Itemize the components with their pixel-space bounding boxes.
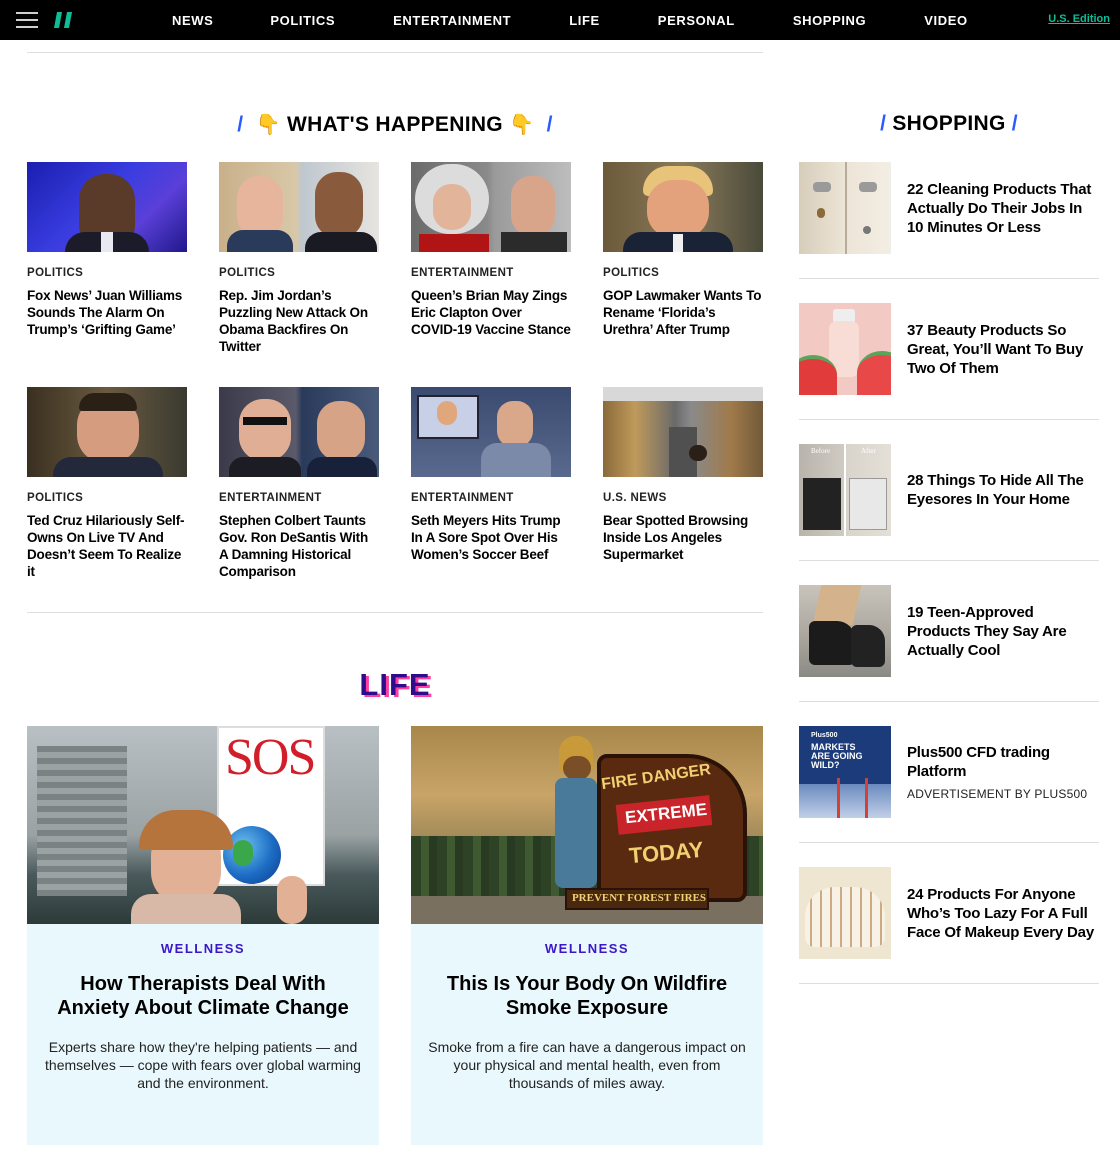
article-card[interactable]: ENTERTAINMENT Seth Meyers Hits Trump In …: [411, 387, 571, 563]
section-nav: NEWS POLITICS ENTERTAINMENT LIFE PERSONA…: [172, 0, 968, 40]
edition-link[interactable]: U.S. Edition: [1048, 13, 1110, 25]
nav-link-entertainment[interactable]: ENTERTAINMENT: [393, 13, 511, 28]
after-label: After: [861, 447, 876, 455]
pointing-down-icon: 👇: [509, 112, 535, 136]
life-article-title[interactable]: This Is Your Body On Wildfire Smoke Expo…: [431, 972, 743, 1020]
article-headline[interactable]: Seth Meyers Hits Trump In A Sore Spot Ov…: [411, 512, 571, 563]
pointing-down-icon: 👇: [255, 112, 281, 136]
prevent-fires-sign-text: PREVENT FOREST FIRES: [571, 892, 707, 904]
divider: [799, 983, 1099, 984]
article-category[interactable]: U.S. NEWS: [603, 492, 763, 504]
life-article-card[interactable]: SOS WELLNESS How Therapists Deal With An…: [27, 726, 379, 1145]
article-category[interactable]: ENTERTAINMENT: [411, 267, 571, 279]
article-thumbnail[interactable]: [411, 162, 571, 252]
shopping-thumbnail[interactable]: [799, 867, 891, 959]
divider: [799, 278, 1099, 279]
nav-link-life[interactable]: LIFE: [569, 13, 600, 28]
shopping-title[interactable]: 19 Teen-Approved Products They Say Are A…: [907, 603, 1099, 660]
whats-happening-heading: / 👇 WHAT'S HAPPENING 👇 /: [237, 112, 553, 136]
article-thumbnail[interactable]: [27, 162, 187, 252]
shopping-thumbnail[interactable]: [799, 162, 891, 254]
shopping-title[interactable]: Plus500 CFD trading Platform: [907, 743, 1099, 781]
huffpost-logo[interactable]: [53, 9, 75, 31]
nav-link-shopping[interactable]: SHOPPING: [793, 13, 866, 28]
article-card[interactable]: POLITICS Rep. Jim Jordan’s Puzzling New …: [219, 162, 379, 355]
article-thumbnail[interactable]: [219, 387, 379, 477]
article-headline[interactable]: Queen’s Brian May Zings Eric Clapton Ove…: [411, 287, 571, 338]
life-section-logo[interactable]: LIFE LIFE: [350, 666, 442, 706]
article-headline[interactable]: Ted Cruz Hilariously Self-Owns On Live T…: [27, 512, 187, 580]
article-category[interactable]: POLITICS: [219, 267, 379, 279]
shopping-item[interactable]: Plus500 MARKETS ARE GOING WILD? Plus500 …: [799, 726, 1099, 818]
article-category[interactable]: ENTERTAINMENT: [219, 492, 379, 504]
divider: [27, 612, 763, 613]
shopping-item[interactable]: 19 Teen-Approved Products They Say Are A…: [799, 585, 1099, 677]
before-label: Before: [811, 447, 831, 455]
shopping-title[interactable]: 37 Beauty Products So Great, You’ll Want…: [907, 321, 1099, 378]
life-article-description: Experts share how they're helping patien…: [45, 1039, 361, 1091]
ad-thumbnail-text: MARKETS ARE GOING WILD?: [811, 742, 863, 770]
plus500-logo: Plus500: [811, 732, 838, 739]
nav-link-politics[interactable]: POLITICS: [270, 13, 335, 28]
divider: [799, 419, 1099, 420]
article-card[interactable]: ENTERTAINMENT Stephen Colbert Taunts Gov…: [219, 387, 379, 580]
shopping-heading: / SHOPPING /: [880, 112, 1018, 135]
article-card[interactable]: POLITICS Ted Cruz Hilariously Self-Owns …: [27, 387, 187, 580]
article-headline[interactable]: Rep. Jim Jordan’s Puzzling New Attack On…: [219, 287, 379, 355]
life-article-image[interactable]: SOS: [27, 726, 379, 924]
article-thumbnail[interactable]: [603, 387, 763, 477]
article-headline[interactable]: Stephen Colbert Taunts Gov. Ron DeSantis…: [219, 512, 379, 580]
divider: [27, 52, 763, 53]
article-thumbnail[interactable]: [27, 387, 187, 477]
article-thumbnail[interactable]: [219, 162, 379, 252]
article-card[interactable]: POLITICS Fox News’ Juan Williams Sounds …: [27, 162, 187, 338]
article-category[interactable]: POLITICS: [27, 492, 187, 504]
article-category[interactable]: ENTERTAINMENT: [411, 492, 571, 504]
nav-link-video[interactable]: VIDEO: [924, 13, 967, 28]
nav-link-personal[interactable]: PERSONAL: [658, 13, 735, 28]
life-article-description: Smoke from a fire can have a dangerous i…: [428, 1039, 746, 1091]
advertisement-label: ADVERTISEMENT BY PLUS500: [907, 787, 1088, 801]
article-card[interactable]: U.S. NEWS Bear Spotted Browsing Inside L…: [603, 387, 763, 563]
section-title: SHOPPING: [892, 112, 1006, 135]
nav-link-news[interactable]: NEWS: [172, 13, 213, 28]
menu-icon[interactable]: [16, 12, 38, 28]
article-category[interactable]: POLITICS: [27, 267, 187, 279]
shopping-item[interactable]: 37 Beauty Products So Great, You’ll Want…: [799, 303, 1099, 395]
shopping-item[interactable]: 22 Cleaning Products That Actually Do Th…: [799, 162, 1099, 254]
article-card[interactable]: ENTERTAINMENT Queen’s Brian May Zings Er…: [411, 162, 571, 338]
shopping-thumbnail[interactable]: Before After: [799, 444, 891, 536]
article-headline[interactable]: Bear Spotted Browsing Inside Los Angeles…: [603, 512, 763, 563]
shopping-title[interactable]: 24 Products For Anyone Who’s Too Lazy Fo…: [907, 885, 1099, 942]
article-thumbnail[interactable]: [603, 162, 763, 252]
article-category[interactable]: POLITICS: [603, 267, 763, 279]
shopping-thumbnail[interactable]: [799, 585, 891, 677]
divider: [799, 701, 1099, 702]
sos-sign-text: SOS: [225, 729, 316, 786]
shopping-thumbnail[interactable]: [799, 303, 891, 395]
shopping-thumbnail[interactable]: Plus500 MARKETS ARE GOING WILD?: [799, 726, 891, 818]
article-thumbnail[interactable]: [411, 387, 571, 477]
article-headline[interactable]: GOP Lawmaker Wants To Rename ‘Florida’s …: [603, 287, 763, 338]
divider: [799, 842, 1099, 843]
divider: [799, 560, 1099, 561]
section-title: WHAT'S HAPPENING: [287, 113, 503, 136]
life-logo-text: LIFE: [359, 667, 430, 702]
life-article-card[interactable]: FIRE DANGER EXTREME TODAY PREVENT FOREST…: [411, 726, 763, 1145]
life-article-category[interactable]: WELLNESS: [411, 941, 763, 956]
article-card[interactable]: POLITICS GOP Lawmaker Wants To Rename ‘F…: [603, 162, 763, 338]
shopping-item[interactable]: 24 Products For Anyone Who’s Too Lazy Fo…: [799, 867, 1099, 959]
life-article-title[interactable]: How Therapists Deal With Anxiety About C…: [47, 972, 359, 1020]
shopping-item[interactable]: Before After 28 Things To Hide All The E…: [799, 444, 1099, 536]
shopping-title[interactable]: 22 Cleaning Products That Actually Do Th…: [907, 180, 1099, 237]
article-headline[interactable]: Fox News’ Juan Williams Sounds The Alarm…: [27, 287, 187, 338]
top-nav-bar: NEWS POLITICS ENTERTAINMENT LIFE PERSONA…: [0, 0, 1120, 40]
life-article-image[interactable]: FIRE DANGER EXTREME TODAY PREVENT FOREST…: [411, 726, 763, 924]
life-article-category[interactable]: WELLNESS: [27, 941, 379, 956]
shopping-title[interactable]: 28 Things To Hide All The Eyesores In Yo…: [907, 471, 1099, 509]
